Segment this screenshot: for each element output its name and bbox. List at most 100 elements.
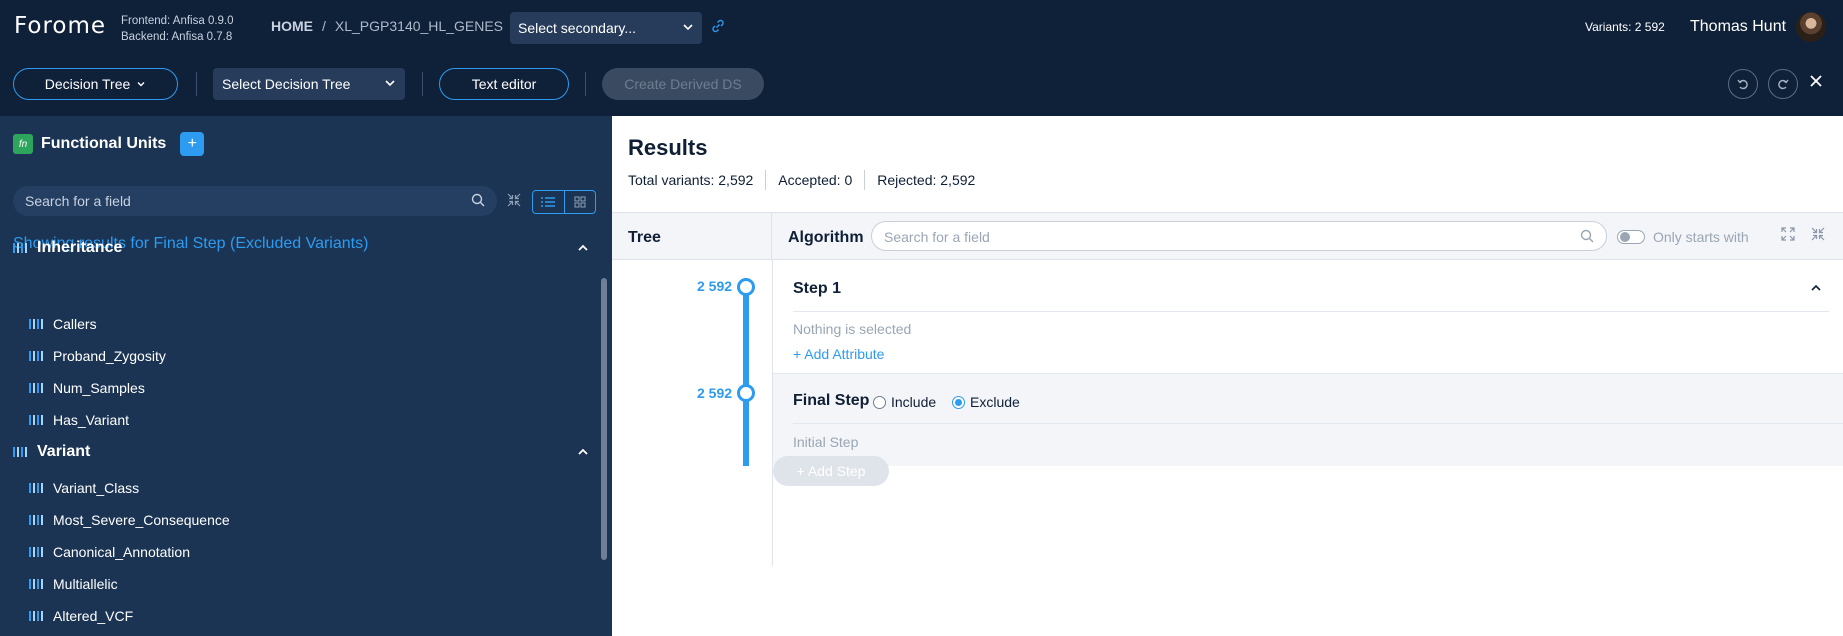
field-bars-icon	[29, 351, 43, 361]
step-empty-text: Nothing is selected	[793, 321, 912, 337]
undo-icon[interactable]	[1728, 69, 1758, 99]
group-title: Inheritance	[37, 239, 123, 256]
add-functional-unit-button[interactable]: +	[180, 132, 205, 156]
algorithm-heading: Algorithm	[788, 229, 864, 246]
total-variants: Total variants: 2,592	[628, 172, 754, 188]
include-label: Include	[891, 394, 937, 410]
include-radio[interactable]: Include	[873, 394, 936, 410]
top-header: Forome Frontend: Anfisa 0.9.0 Backend: A…	[0, 0, 1843, 56]
chevron-up-icon[interactable]	[577, 241, 589, 256]
app-logo[interactable]: Forome	[14, 13, 106, 39]
decision-tree-button[interactable]: Decision Tree	[13, 68, 178, 100]
step-node	[737, 278, 755, 296]
final-step-title: Final Step	[793, 392, 870, 409]
chevron-up-icon[interactable]	[577, 445, 589, 460]
tree-connector-line	[743, 286, 749, 466]
collapse-all-icon[interactable]	[507, 193, 521, 210]
accepted-count: Accepted: 0	[778, 172, 853, 188]
expand-collapse-controls	[1781, 227, 1825, 244]
field-item-num-samples[interactable]: Num_Samples	[29, 380, 145, 396]
results-stats: Total variants: 2,592 Accepted: 0 Reject…	[628, 170, 975, 190]
field-item-proband-zygosity[interactable]: Proband_Zygosity	[29, 348, 166, 364]
tree-algorithm-header: Tree Algorithm Search for a field Only s…	[612, 213, 1843, 260]
only-starts-with-toggle[interactable]	[1617, 230, 1645, 244]
results-title: Results	[628, 135, 708, 160]
create-derived-ds-button[interactable]: Create Derived DS	[602, 68, 764, 100]
grid-view-icon[interactable]	[563, 191, 596, 213]
field-label: Most_Severe_Consequence	[53, 512, 230, 528]
secondary-dataset-select[interactable]: Select secondary...	[510, 12, 702, 44]
tree-heading: Tree	[628, 229, 661, 246]
initial-step-text: Initial Step	[793, 434, 859, 450]
chevron-up-icon[interactable]	[1810, 281, 1822, 296]
link-icon[interactable]	[710, 18, 726, 34]
user-name[interactable]: Thomas Hunt	[1690, 18, 1786, 36]
text-editor-button[interactable]: Text editor	[439, 68, 569, 100]
add-attribute-link[interactable]: + Add Attribute	[793, 346, 884, 362]
decision-tree-label: Decision Tree	[44, 76, 131, 92]
toolbar-divider	[585, 72, 586, 96]
field-label: Proband_Zygosity	[53, 348, 166, 364]
field-item-canonical-annotation[interactable]: Canonical_Annotation	[29, 544, 190, 560]
field-bars-icon	[29, 483, 43, 493]
step-divider	[793, 311, 1829, 312]
field-item-variant-class[interactable]: Variant_Class	[29, 480, 139, 496]
avatar[interactable]	[1796, 12, 1826, 42]
field-label: Canonical_Annotation	[53, 544, 190, 560]
exclude-label: Exclude	[970, 394, 1020, 410]
chevron-down-icon	[136, 76, 146, 92]
group-title: Variant	[37, 443, 91, 460]
stats-divider	[864, 170, 866, 190]
field-search-input[interactable]: Search for a field	[13, 186, 497, 216]
select-decision-tree[interactable]: Select Decision Tree	[213, 68, 405, 100]
breadcrumb-separator: /	[322, 18, 326, 34]
results-panel: Results Total variants: 2,592 Accepted: …	[612, 116, 1843, 636]
view-mode-toggle	[532, 190, 596, 214]
breadcrumb-dataset[interactable]: XL_PGP3140_HL_GENES	[335, 18, 503, 34]
add-step-button[interactable]: + Add Step	[773, 456, 889, 486]
list-view-icon[interactable]	[533, 191, 564, 213]
field-item-multiallelic[interactable]: Multiallelic	[29, 576, 118, 592]
field-item-callers[interactable]: Callers	[29, 316, 97, 332]
final-step-node	[737, 384, 755, 402]
field-label: Variant_Class	[53, 480, 140, 496]
group-inheritance[interactable]: Inheritance	[13, 239, 593, 257]
chevron-down-icon	[682, 20, 694, 36]
close-icon[interactable]	[1808, 72, 1824, 95]
step-count: 2 592	[697, 278, 733, 294]
sidebar-scrollbar[interactable]	[601, 278, 607, 560]
field-search-placeholder: Search for a field	[25, 193, 131, 209]
radio-checked-icon	[952, 395, 965, 409]
group-variant[interactable]: Variant	[13, 443, 593, 461]
step-title[interactable]: Step 1	[793, 280, 841, 298]
field-bars-icon	[29, 415, 43, 425]
field-bars-icon	[29, 547, 43, 557]
field-label: Callers	[53, 316, 97, 332]
field-bars-icon	[29, 611, 43, 621]
fn-icon: fn	[13, 134, 33, 154]
field-label: Has_Variant	[53, 412, 130, 428]
collapse-icon[interactable]	[1811, 227, 1825, 244]
rejected-count: Rejected: 2,592	[877, 172, 976, 188]
field-item-altered-vcf[interactable]: Altered_VCF	[29, 608, 133, 624]
final-step-count: 2 592	[697, 385, 733, 401]
exclude-radio[interactable]: Exclude	[952, 394, 1020, 410]
redo-icon[interactable]	[1768, 69, 1798, 99]
toolbar: Decision Tree Select Decision Tree Text …	[0, 56, 1843, 116]
field-item-most-severe-consequence[interactable]: Most_Severe_Consequence	[29, 512, 230, 528]
stats-divider	[765, 170, 767, 190]
group-bars-icon	[13, 447, 27, 457]
algorithm-search-input[interactable]: Search for a field	[871, 221, 1607, 251]
field-item-has-variant[interactable]: Has_Variant	[29, 412, 129, 428]
field-label: Altered_VCF	[53, 608, 134, 624]
version-info: Frontend: Anfisa 0.9.0 Backend: Anfisa 0…	[121, 13, 234, 45]
toolbar-divider	[196, 72, 197, 96]
algorithm-search-placeholder: Search for a field	[884, 229, 990, 245]
backend-version: Backend: Anfisa 0.7.8	[121, 31, 233, 43]
expand-icon[interactable]	[1781, 227, 1811, 244]
field-bars-icon	[29, 319, 43, 329]
step-divider	[793, 423, 1843, 424]
column-divider	[771, 213, 772, 260]
breadcrumb-home[interactable]: HOME	[271, 18, 313, 34]
chevron-down-icon	[384, 76, 396, 92]
